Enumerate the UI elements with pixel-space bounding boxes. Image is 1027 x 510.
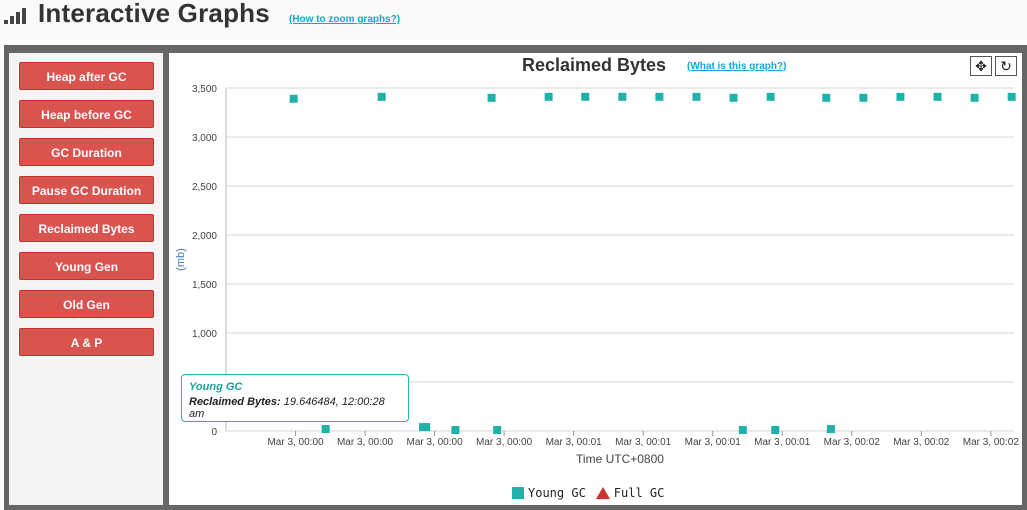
x-tick-label: Mar 3, 00:01 — [685, 437, 742, 448]
x-tick-label: Mar 3, 00:02 — [824, 437, 881, 448]
tooltip-line: Reclaimed Bytes: 19.646484, 12:00:28 am — [189, 396, 401, 420]
x-tick-label: Mar 3, 00:02 — [963, 437, 1020, 448]
young-gc-point — [970, 93, 979, 102]
young-gc-point — [618, 92, 627, 101]
move-arrows-icon[interactable]: ✥ — [970, 56, 992, 76]
what-is-this-graph-link[interactable]: (What is this graph?) — [687, 61, 786, 72]
y-tick-label: 2,500 — [192, 182, 217, 193]
reclaimed-bytes-chart[interactable]: 05001,0001,5002,0002,5003,0003,500Mar 3,… — [0, 0, 1027, 510]
chart-legend: Young GC Full GC — [512, 486, 664, 500]
refresh-icon[interactable]: ↻ — [995, 56, 1017, 76]
young-gc-point — [655, 92, 664, 101]
y-tick-label: 1,000 — [192, 329, 217, 340]
chart-title: Reclaimed Bytes — [522, 55, 667, 75]
young-gc-point — [1007, 92, 1016, 101]
young-gc-point — [826, 425, 835, 434]
young-gc-point — [738, 426, 747, 435]
young-gc-point — [729, 93, 738, 102]
young-gc-point — [289, 94, 298, 103]
young-gc-point — [581, 92, 590, 101]
young-gc-point — [933, 92, 942, 101]
x-tick-label: Mar 3, 00:02 — [893, 437, 950, 448]
full-gc-legend-label[interactable]: Full GC — [614, 486, 665, 500]
young-gc-point — [377, 92, 386, 101]
young-gc-point — [771, 426, 780, 435]
young-gc-legend-marker — [512, 487, 524, 499]
x-tick-label: Mar 3, 00:00 — [476, 437, 533, 448]
young-gc-point — [321, 425, 330, 434]
y-tick-label: 2,000 — [192, 231, 217, 242]
x-tick-label: Mar 3, 00:00 — [407, 437, 464, 448]
y-tick-label: 3,500 — [192, 84, 217, 95]
young-gc-point — [766, 92, 775, 101]
y-tick-label: 1,500 — [192, 280, 217, 291]
x-tick-label: Mar 3, 00:01 — [615, 437, 672, 448]
young-gc-point — [487, 93, 496, 102]
young-gc-point — [544, 92, 553, 101]
young-gc-point — [859, 93, 868, 102]
young-gc-point — [692, 92, 701, 101]
y-axis-title: (mb) — [175, 248, 187, 271]
young-gc-point — [896, 92, 905, 101]
x-tick-label: Mar 3, 00:01 — [546, 437, 603, 448]
x-tick-label: Mar 3, 00:00 — [267, 437, 324, 448]
tooltip-label: Reclaimed Bytes: — [189, 396, 281, 408]
y-tick-label: 0 — [211, 427, 217, 438]
young-gc-point — [822, 93, 831, 102]
full-gc-legend-marker — [595, 487, 610, 499]
tooltip-series-name: Young GC — [189, 381, 243, 393]
young-gc-legend-label[interactable]: Young GC — [528, 486, 586, 500]
y-tick-label: 3,000 — [192, 133, 217, 144]
data-tooltip: Young GC Reclaimed Bytes: 19.646484, 12:… — [181, 374, 409, 422]
x-tick-label: Mar 3, 00:00 — [337, 437, 394, 448]
young-gc-point — [422, 423, 431, 432]
young-gc-point — [493, 426, 502, 435]
x-axis-title: Time UTC+0800 — [576, 452, 664, 466]
x-tick-label: Mar 3, 00:01 — [754, 437, 811, 448]
young-gc-point — [451, 426, 460, 435]
